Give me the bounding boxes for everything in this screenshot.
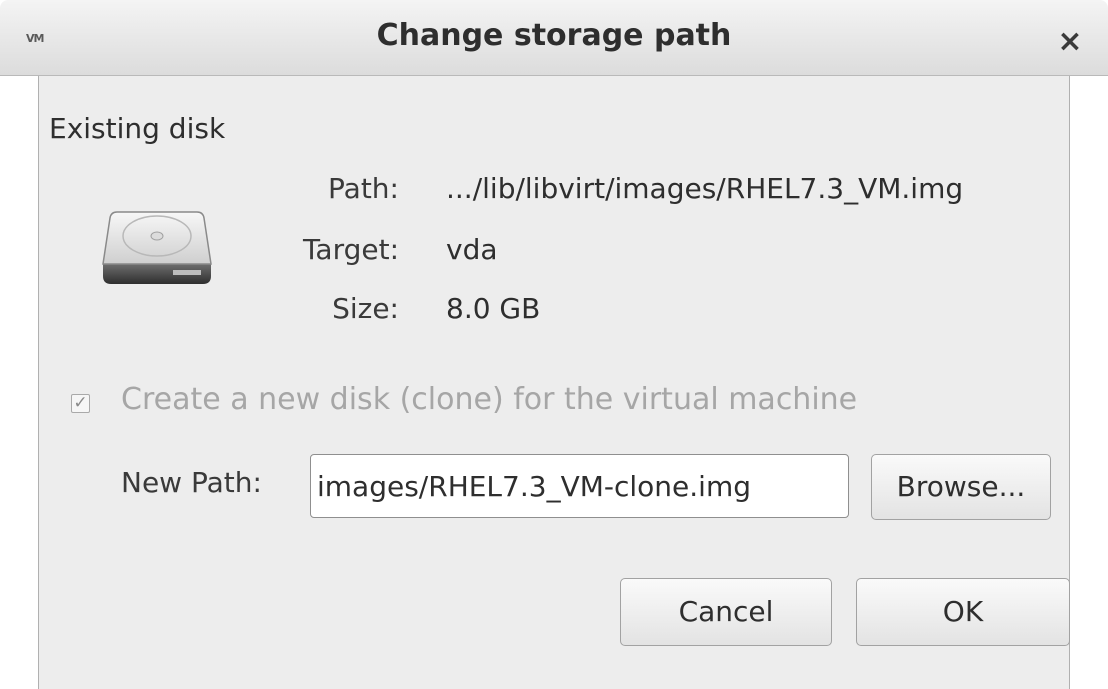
path-label: Path: bbox=[328, 172, 399, 205]
browse-button[interactable]: Browse... bbox=[871, 454, 1051, 520]
existing-disk-heading: Existing disk bbox=[49, 112, 226, 145]
dialog-title: Change storage path bbox=[376, 18, 732, 53]
check-icon: ✓ bbox=[73, 393, 88, 413]
dialog-body: Existing disk Path: .../lib/libvirt/imag… bbox=[38, 76, 1070, 689]
close-icon[interactable]: × bbox=[1052, 24, 1088, 60]
size-label: Size: bbox=[332, 292, 399, 325]
cancel-button[interactable]: Cancel bbox=[620, 578, 832, 646]
change-storage-path-dialog: VM Change storage path × Existing disk P… bbox=[0, 0, 1108, 689]
clone-checkbox[interactable]: ✓ bbox=[71, 394, 90, 413]
target-label: Target: bbox=[302, 233, 399, 266]
new-path-input[interactable] bbox=[310, 454, 849, 518]
title-bar[interactable]: VM Change storage path × bbox=[0, 0, 1108, 76]
new-path-label: New Path: bbox=[121, 466, 262, 499]
size-value: 8.0 GB bbox=[446, 292, 541, 325]
ok-button[interactable]: OK bbox=[856, 578, 1070, 646]
path-value: .../lib/libvirt/images/RHEL7.3_VM.img bbox=[446, 172, 964, 205]
clone-checkbox-label: Create a new disk (clone) for the virtua… bbox=[121, 382, 858, 417]
target-value: vda bbox=[446, 233, 498, 266]
